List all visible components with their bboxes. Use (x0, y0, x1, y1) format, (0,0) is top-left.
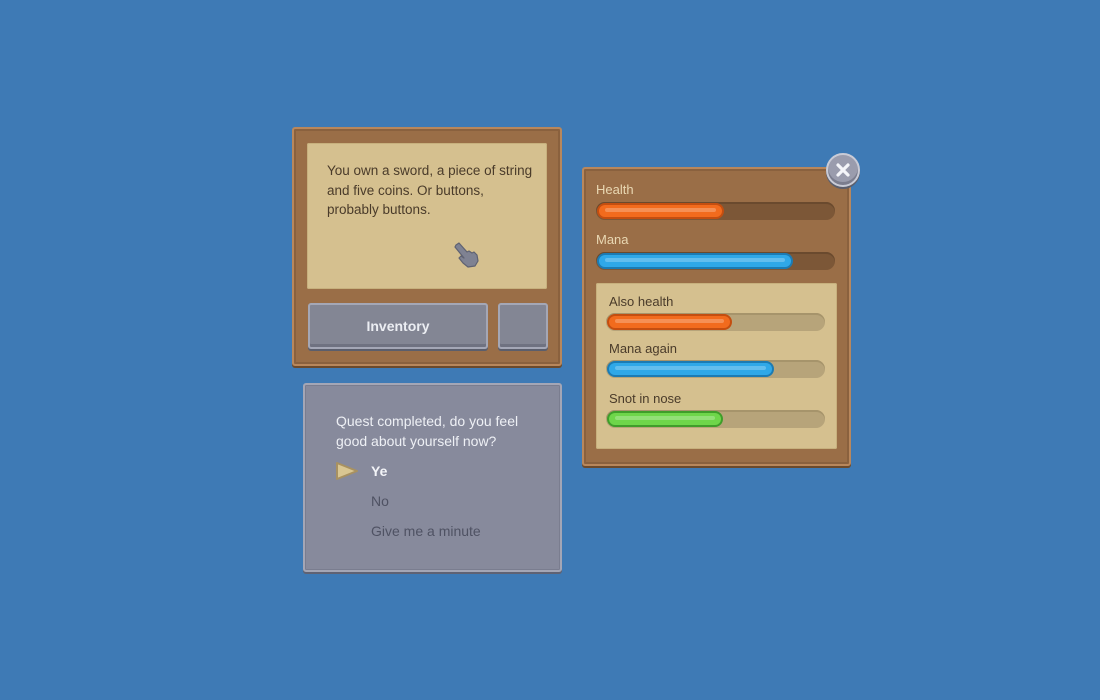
stats-parchment: Also health Mana again Snot in nose (596, 283, 837, 449)
mana-bar (596, 252, 835, 270)
choice-give-me-a-minute[interactable]: Give me a minute (371, 523, 481, 539)
hand-pointer-icon (454, 242, 479, 268)
choice-ye[interactable]: Ye (371, 463, 387, 479)
mana-bar-fill (597, 253, 794, 269)
arrow-right-icon (336, 462, 358, 480)
mana-again-label: Mana again (609, 341, 677, 356)
stats-panel: Health Mana Also health Mana again Snot … (582, 167, 851, 466)
snot-bar-fill (607, 411, 724, 427)
inventory-button-label: Inventory (366, 318, 430, 334)
health-label: Health (596, 182, 634, 197)
also-health-bar (606, 313, 825, 331)
small-square-button[interactable] (498, 303, 548, 349)
story-parchment: You own a sword, a piece of string and f… (307, 143, 547, 289)
snot-bar (606, 410, 825, 428)
mana-label: Mana (596, 232, 629, 247)
close-button[interactable] (826, 153, 860, 187)
also-health-label: Also health (609, 294, 674, 309)
mana-again-bar-fill (607, 361, 774, 377)
story-text: You own a sword, a piece of string and f… (327, 163, 533, 217)
snot-label: Snot in nose (609, 391, 682, 406)
quest-question: Quest completed, do you feel good about … (336, 413, 519, 449)
also-health-bar-fill (607, 314, 733, 330)
quest-panel: Quest completed, do you feel good about … (303, 383, 562, 572)
story-panel: You own a sword, a piece of string and f… (292, 127, 562, 366)
inventory-button[interactable]: Inventory (308, 303, 488, 349)
mana-again-bar (606, 360, 825, 378)
choice-no[interactable]: No (371, 493, 389, 509)
health-bar-fill (597, 203, 725, 219)
close-icon (836, 163, 850, 177)
health-bar (596, 202, 835, 220)
